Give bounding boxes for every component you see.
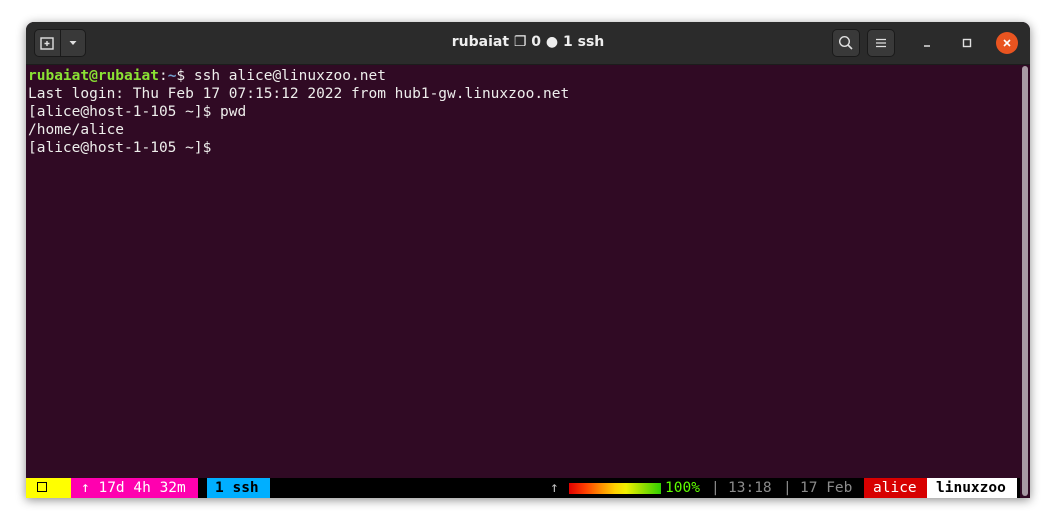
- tmux-status-bar: 0 ↑ 17d 4h 32m 1 ssh ↑ 100% | 13:18 | 17…: [26, 478, 1020, 498]
- prompt-user-host: rubaiat@rubaiat: [28, 68, 159, 84]
- hamburger-menu-icon: [876, 38, 886, 48]
- close-button[interactable]: [996, 32, 1018, 54]
- battery-gauge: [569, 483, 661, 494]
- prompt-separator: :: [158, 68, 168, 84]
- terminal-line: /home/alice: [28, 122, 125, 138]
- status-separator: |: [711, 480, 720, 496]
- terminal-line: Last login: Thu Feb 17 07:15:12 2022 fro…: [28, 86, 570, 102]
- maximize-icon: [962, 38, 972, 48]
- window-tab-1-ssh[interactable]: 1 ssh: [207, 478, 270, 498]
- status-user: alice: [864, 478, 927, 498]
- status-hostname: linuxzoo: [927, 478, 1017, 498]
- terminal-line: [alice@host-1-105 ~]$: [28, 140, 212, 156]
- scrollbar[interactable]: [1022, 66, 1028, 496]
- terminal-output[interactable]: rubaiat@rubaiat:~$ ssh alice@linuxzoo.ne…: [26, 65, 1020, 478]
- terminal-window: rubaiat ❐ 0 ● 1 ssh rubaiat@rubaiat:~$ s…: [26, 22, 1030, 498]
- session-indicator[interactable]: 0: [26, 478, 71, 498]
- terminal-line: [alice@host-1-105 ~]$ pwd: [28, 104, 247, 120]
- session-window-icon: [37, 482, 47, 492]
- uptime-indicator: ↑ 17d 4h 32m: [71, 478, 198, 498]
- minimize-icon: [924, 45, 930, 47]
- maximize-button[interactable]: [956, 32, 978, 54]
- search-button[interactable]: [832, 29, 860, 57]
- close-icon: [1003, 39, 1011, 47]
- status-separator: |: [783, 480, 792, 496]
- status-time: 13:18: [728, 480, 772, 496]
- command-text: $ ssh alice@linuxzoo.net: [176, 68, 386, 84]
- search-icon: [838, 35, 853, 50]
- minimize-button[interactable]: [916, 32, 938, 54]
- status-date: 17 Feb: [800, 480, 853, 496]
- battery-percent: 100%: [665, 480, 700, 496]
- menu-button[interactable]: [867, 29, 895, 57]
- load-arrow: ↑: [550, 480, 559, 496]
- terminal-line: rubaiat@rubaiat:~$ ssh alice@linuxzoo.ne…: [28, 67, 1020, 85]
- title-bar: rubaiat ❐ 0 ● 1 ssh: [26, 22, 1030, 65]
